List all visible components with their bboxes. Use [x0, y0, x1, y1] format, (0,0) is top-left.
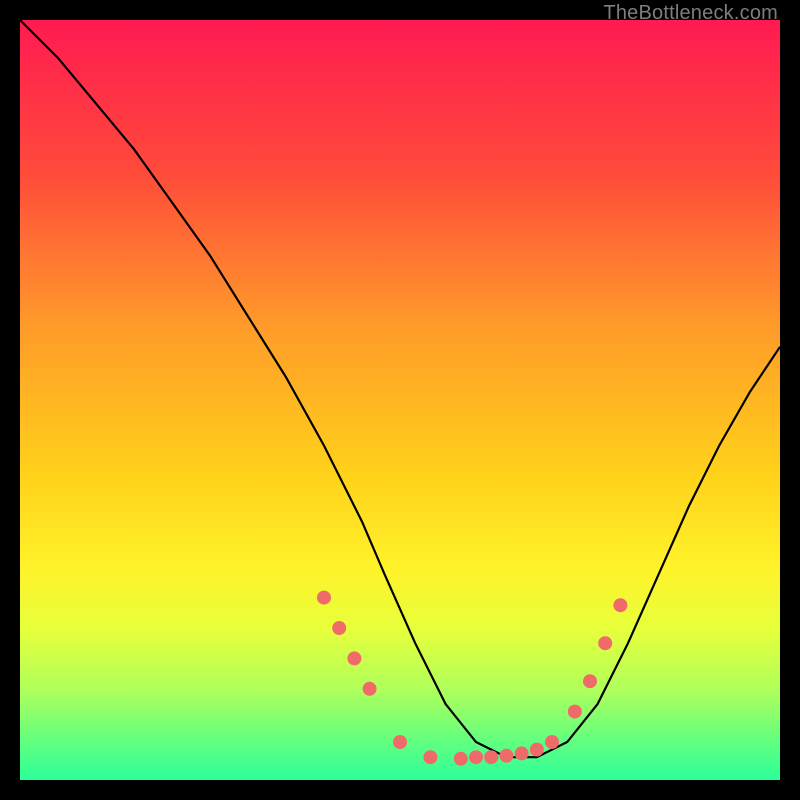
marker-point: [598, 636, 612, 650]
watermark-text: TheBottleneck.com: [603, 2, 778, 25]
marker-point: [530, 743, 544, 757]
marker-point: [469, 750, 483, 764]
marker-point: [499, 749, 513, 763]
marker-point: [515, 746, 529, 760]
chart-frame: [20, 20, 780, 780]
marker-point: [393, 735, 407, 749]
marker-point: [347, 651, 361, 665]
marker-point: [332, 621, 346, 635]
marker-point: [613, 598, 627, 612]
marker-point: [317, 591, 331, 605]
marker-point: [484, 750, 498, 764]
marker-point: [545, 735, 559, 749]
marker-point: [423, 750, 437, 764]
marker-point: [583, 674, 597, 688]
marker-point: [568, 705, 582, 719]
chart-svg: [20, 20, 780, 780]
marker-point: [363, 682, 377, 696]
gradient-background: [20, 20, 780, 780]
marker-point: [454, 752, 468, 766]
